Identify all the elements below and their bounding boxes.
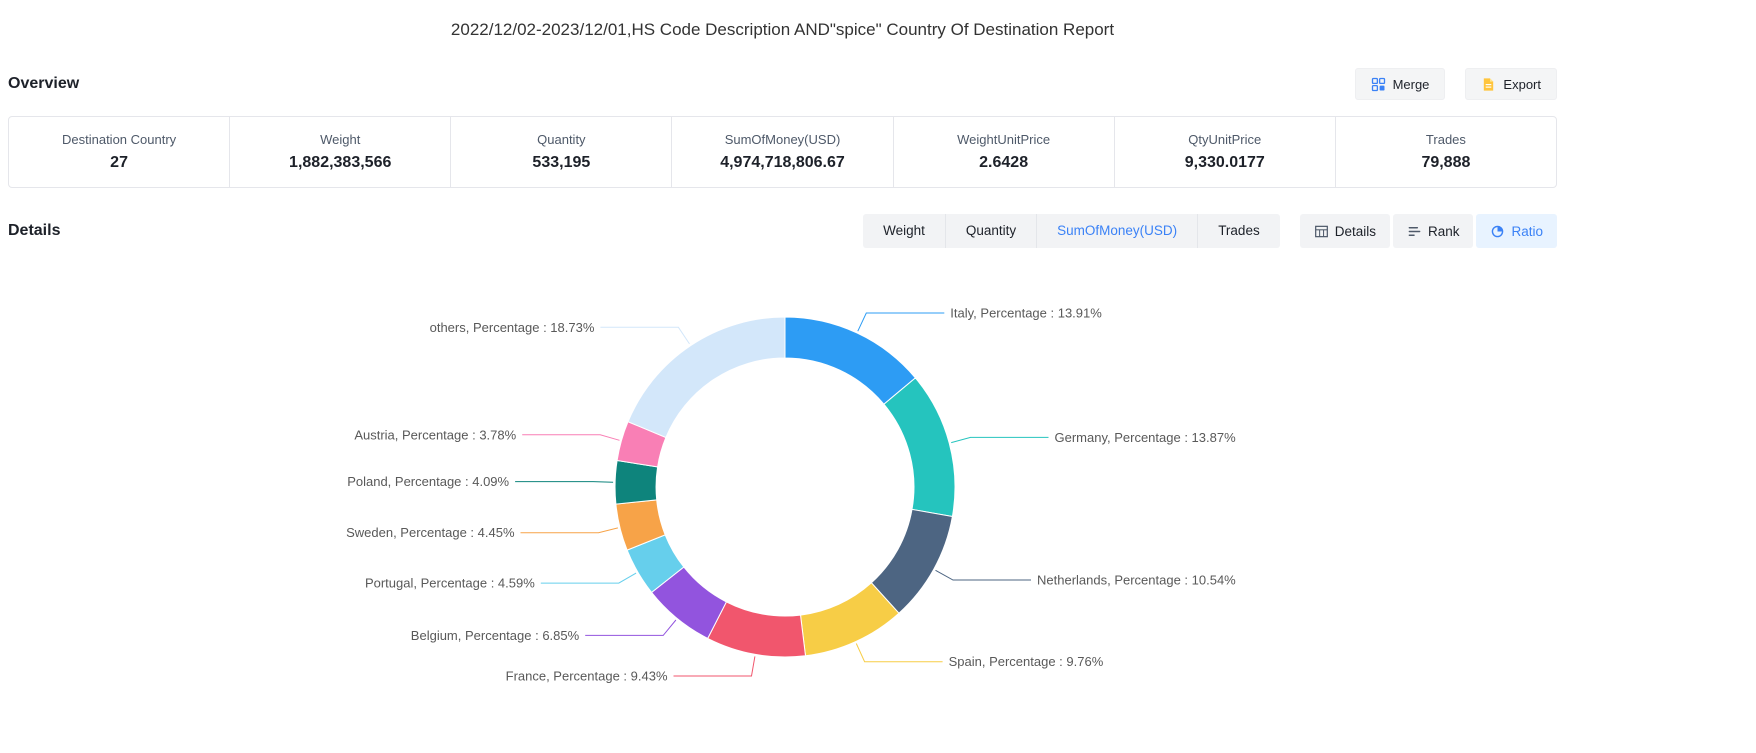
stat-weight: Weight 1,882,383,566	[230, 117, 451, 187]
pie-label-line	[936, 570, 1032, 580]
table-icon	[1314, 224, 1329, 239]
ratio-view-label: Ratio	[1511, 224, 1543, 239]
tab-weight[interactable]: Weight	[863, 214, 945, 248]
stat-label: Destination Country	[62, 132, 176, 147]
rank-view-label: Rank	[1428, 224, 1460, 239]
overview-stats-panel: Destination Country 27 Weight 1,882,383,…	[8, 116, 1557, 188]
stat-value: 79,888	[1421, 154, 1470, 172]
stat-label: SumOfMoney(USD)	[725, 132, 841, 147]
rank-view-button[interactable]: Rank	[1393, 214, 1474, 248]
stat-value: 4,974,718,806.67	[720, 154, 845, 172]
tab-quantity[interactable]: Quantity	[945, 214, 1036, 248]
stat-label: Trades	[1426, 132, 1466, 147]
stat-label: WeightUnitPrice	[957, 132, 1050, 147]
stat-label: Quantity	[537, 132, 585, 147]
pie-segment-poland[interactable]	[615, 461, 658, 505]
details-view-label: Details	[1335, 224, 1376, 239]
pie-label-others: others, Percentage : 18.73%	[430, 320, 595, 335]
export-button-label: Export	[1503, 77, 1541, 92]
overview-header-row: Overview Merge	[8, 66, 1557, 102]
details-controls: Weight Quantity SumOfMoney(USD) Trades	[863, 214, 1557, 248]
pie-segment-italy[interactable]	[785, 317, 915, 404]
metric-tab-group: Weight Quantity SumOfMoney(USD) Trades	[863, 214, 1280, 248]
pie-label-line	[856, 644, 942, 662]
stat-label: QtyUnitPrice	[1188, 132, 1261, 147]
ratio-icon	[1490, 224, 1505, 239]
pie-label-line	[521, 528, 618, 533]
pie-label-france: France, Percentage : 9.43%	[506, 669, 668, 684]
pie-label-sweden: Sweden, Percentage : 4.45%	[346, 525, 515, 540]
pie-label-line	[585, 620, 676, 635]
pie-label-belgium: Belgium, Percentage : 6.85%	[411, 628, 580, 643]
tab-sum-of-money[interactable]: SumOfMoney(USD)	[1036, 214, 1197, 248]
stat-destination-country: Destination Country 27	[9, 117, 230, 187]
merge-icon	[1371, 77, 1386, 92]
stat-trades: Trades 79,888	[1336, 117, 1556, 187]
pie-label-poland: Poland, Percentage : 4.09%	[347, 474, 509, 489]
stat-quantity: Quantity 533,195	[451, 117, 672, 187]
pie-segment-germany[interactable]	[884, 378, 955, 517]
donut-chart: Italy, Percentage : 13.91% Germany, Perce…	[0, 266, 1565, 736]
merge-button-label: Merge	[1393, 77, 1430, 92]
merge-button[interactable]: Merge	[1355, 68, 1446, 100]
stat-value: 9,330.0177	[1185, 154, 1265, 172]
pie-label-line	[515, 482, 613, 483]
pie-label-austria: Austria, Percentage : 3.78%	[354, 427, 516, 442]
page-title: 2022/12/02-2023/12/01,HS Code Descriptio…	[0, 0, 1565, 40]
details-header-row: Details Weight Quantity SumOfMoney(USD) …	[8, 214, 1557, 248]
pie-label-line	[951, 437, 1048, 442]
pie-label-netherlands: Netherlands, Percentage : 10.54%	[1037, 573, 1236, 588]
pie-label-line	[674, 656, 755, 676]
report-page: 2022/12/02-2023/12/01,HS Code Descriptio…	[0, 0, 1565, 741]
pie-label-italy: Italy, Percentage : 13.91%	[950, 306, 1102, 321]
pie-label-line	[600, 327, 689, 344]
stat-qty-unit-price: QtyUnitPrice 9,330.0177	[1115, 117, 1336, 187]
ratio-view-button[interactable]: Ratio	[1476, 214, 1557, 248]
details-heading: Details	[8, 222, 60, 240]
pie-label-portugal: Portugal, Percentage : 4.59%	[365, 576, 535, 591]
export-button[interactable]: Export	[1465, 68, 1557, 100]
pie-label-line	[522, 435, 619, 441]
ratio-chart-area: Italy, Percentage : 13.91% Germany, Perce…	[0, 266, 1565, 741]
pie-segment-others[interactable]	[628, 317, 785, 438]
pie-label-line	[858, 313, 945, 331]
header-actions: Merge Export	[1355, 68, 1557, 100]
stat-value: 533,195	[532, 154, 590, 172]
export-icon	[1481, 77, 1496, 92]
details-view-button[interactable]: Details	[1300, 214, 1390, 248]
stat-value: 27	[110, 154, 128, 172]
stat-value: 2.6428	[979, 154, 1028, 172]
pie-label-spain: Spain, Percentage : 9.76%	[949, 654, 1104, 669]
tab-trades[interactable]: Trades	[1197, 214, 1280, 248]
pie-label-line	[541, 573, 636, 583]
stat-value: 1,882,383,566	[289, 154, 391, 172]
rank-icon	[1407, 224, 1422, 239]
stat-weight-unit-price: WeightUnitPrice 2.6428	[894, 117, 1115, 187]
overview-heading: Overview	[8, 75, 79, 93]
view-button-group: Details Rank	[1300, 214, 1557, 248]
stat-sum-of-money: SumOfMoney(USD) 4,974,718,806.67	[672, 117, 893, 187]
pie-label-germany: Germany, Percentage : 13.87%	[1055, 430, 1237, 445]
stat-label: Weight	[320, 132, 360, 147]
